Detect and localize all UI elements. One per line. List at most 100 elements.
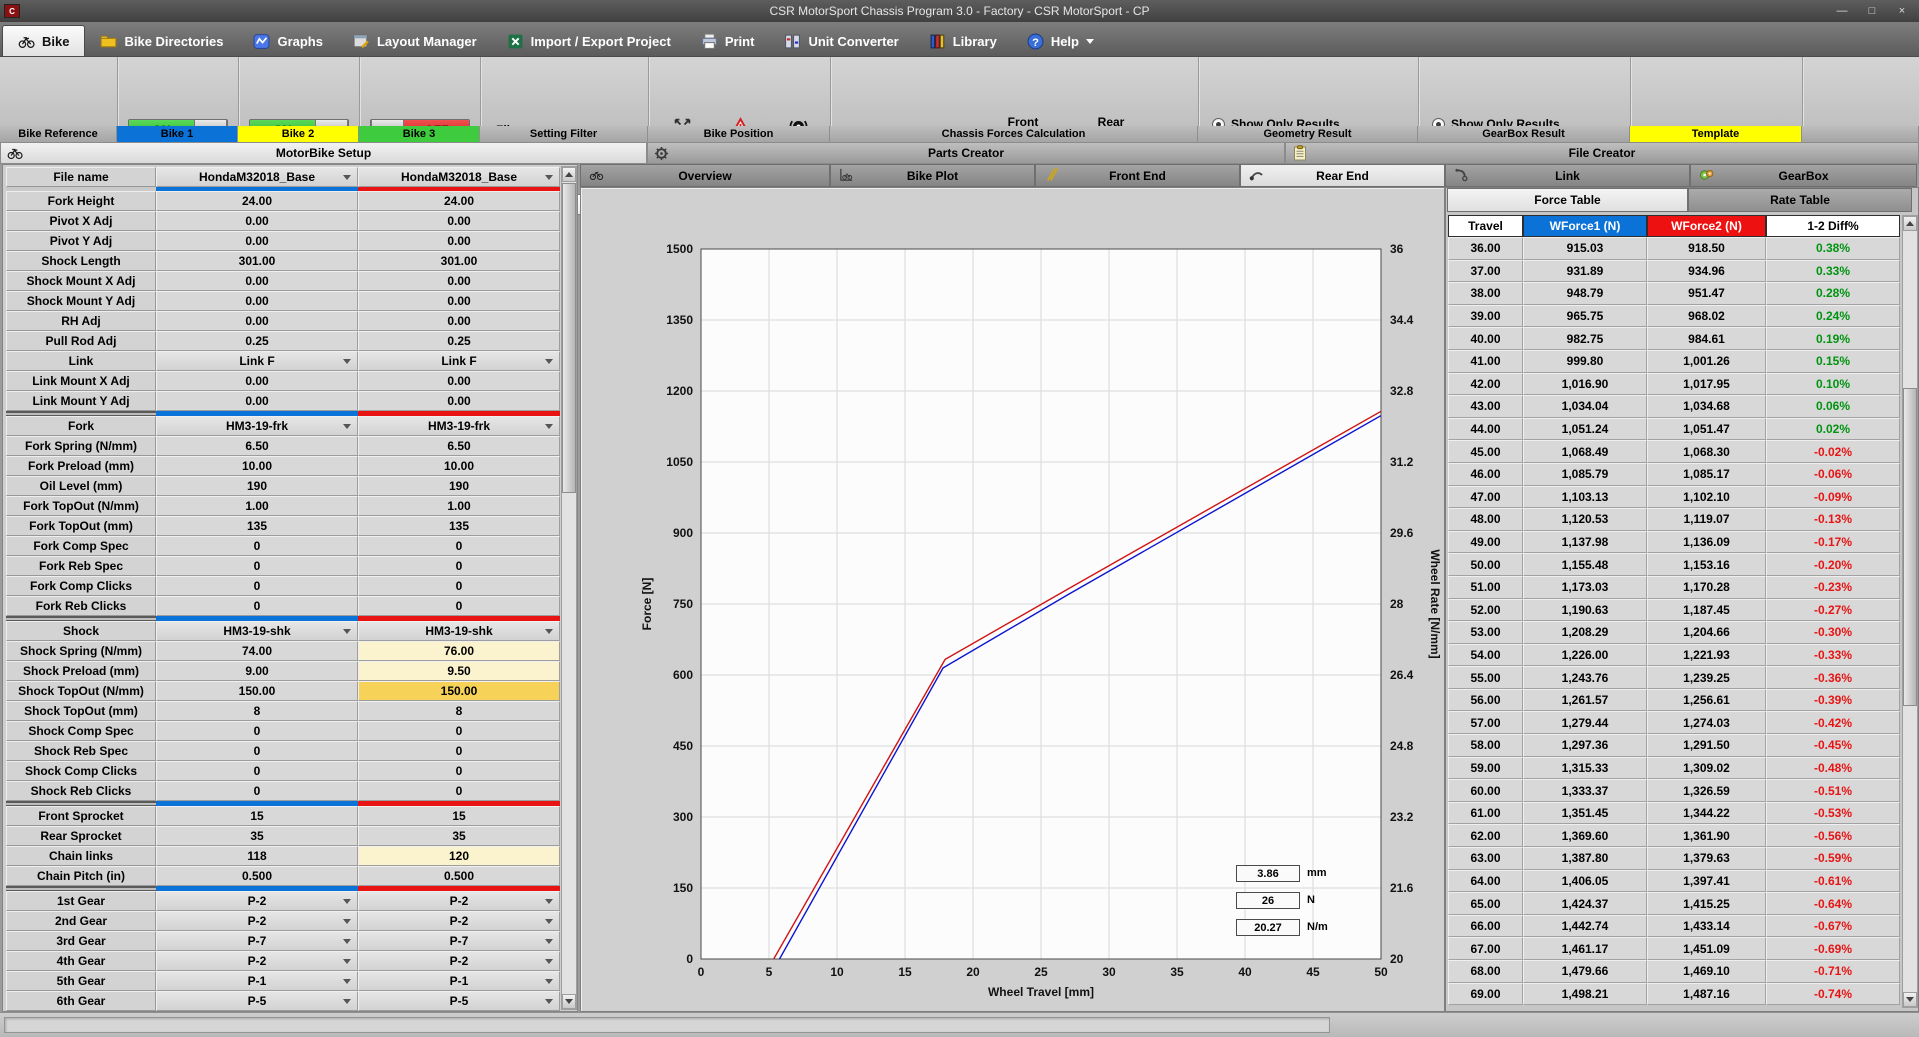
value-cell-bike1[interactable]: 0.00 xyxy=(156,291,358,311)
value-dropdown-bike1[interactable]: Link F xyxy=(156,351,358,371)
menu-tab-bike-directories[interactable]: Bike Directories xyxy=(85,26,238,56)
value-cell-bike2[interactable]: 0.00 xyxy=(358,271,560,291)
value-cell-bike1[interactable]: 0 xyxy=(156,596,358,616)
value-cell-bike1[interactable]: 150.00 xyxy=(156,681,358,701)
value-cell-bike1[interactable]: 190 xyxy=(156,476,358,496)
tab-rate-table[interactable]: Rate Table xyxy=(1688,188,1912,212)
value-cell-bike1[interactable]: 0 xyxy=(156,536,358,556)
value-cell-bike2[interactable]: 190 xyxy=(358,476,560,496)
value-dropdown-bike2[interactable]: P-2 xyxy=(358,891,560,911)
value-cell-bike1[interactable]: 0.00 xyxy=(156,211,358,231)
value-cell-bike2[interactable]: 6.50 xyxy=(358,436,560,456)
value-cell-bike2[interactable]: 120 xyxy=(358,846,560,866)
value-dropdown-bike1[interactable]: P-2 xyxy=(156,911,358,931)
menu-tab-unit-converter[interactable]: Unit Converter xyxy=(769,26,913,56)
value-cell-bike2[interactable]: 0.00 xyxy=(358,291,560,311)
value-cell-bike2[interactable]: 0.00 xyxy=(358,391,560,411)
menu-tab-import-export-project[interactable]: Import / Export Project xyxy=(492,26,686,56)
value-cell-bike1[interactable]: 0.00 xyxy=(156,391,358,411)
value-dropdown-bike1[interactable]: P-5 xyxy=(156,991,358,1011)
value-cell-bike1[interactable]: 135 xyxy=(156,516,358,536)
value-cell-bike1[interactable]: 0.00 xyxy=(156,371,358,391)
value-cell-bike2[interactable]: 0.00 xyxy=(358,311,560,331)
readout-value-n[interactable]: 26 xyxy=(1236,892,1300,909)
close-button[interactable]: × xyxy=(1887,0,1917,22)
value-cell-bike1[interactable]: 0 xyxy=(156,781,358,801)
force-table-scrollbar[interactable] xyxy=(1902,215,1918,1008)
column-header-1-2-diff[interactable]: 1-2 Diff% xyxy=(1766,215,1900,237)
value-cell-bike1[interactable]: 0.500 xyxy=(156,866,358,886)
value-cell-bike1[interactable]: 6.50 xyxy=(156,436,358,456)
value-dropdown-bike2[interactable]: HM3-19-shk xyxy=(358,621,560,641)
maximize-button[interactable]: □ xyxy=(1857,0,1887,22)
menu-tab-bike[interactable]: Bike xyxy=(2,25,85,56)
value-dropdown-bike2[interactable]: HM3-19-frk xyxy=(358,416,560,436)
tab-link[interactable]: Link xyxy=(1445,164,1690,187)
value-cell-bike2[interactable]: 8 xyxy=(358,701,560,721)
value-cell-bike1[interactable]: 8 xyxy=(156,701,358,721)
value-cell-bike2[interactable]: 0.25 xyxy=(358,331,560,351)
value-cell-bike1[interactable]: 0.00 xyxy=(156,231,358,251)
value-dropdown-bike2[interactable]: Link F xyxy=(358,351,560,371)
value-cell-bike1[interactable]: 0 xyxy=(156,556,358,576)
value-dropdown-bike1[interactable]: HM3-19-frk xyxy=(156,416,358,436)
value-cell-bike2[interactable]: 10.00 xyxy=(358,456,560,476)
tab-overview[interactable]: Overview xyxy=(580,164,830,187)
readout-value-mm[interactable]: 3.86 xyxy=(1236,865,1300,882)
value-cell-bike2[interactable]: 35 xyxy=(358,826,560,846)
value-cell-bike1[interactable]: 1.00 xyxy=(156,496,358,516)
value-cell-bike2[interactable]: 0 xyxy=(358,741,560,761)
value-cell-bike2[interactable]: 0.00 xyxy=(358,211,560,231)
column-header-wforce1-n[interactable]: WForce1 (N) xyxy=(1523,215,1647,237)
value-cell-bike1[interactable]: 0.25 xyxy=(156,331,358,351)
value-cell-bike2[interactable]: 24.00 xyxy=(358,191,560,211)
value-cell-bike2[interactable]: 0 xyxy=(358,781,560,801)
value-cell-bike1[interactable]: 0 xyxy=(156,761,358,781)
value-cell-bike1[interactable]: 0 xyxy=(156,741,358,761)
value-cell-bike1[interactable]: 24.00 xyxy=(156,191,358,211)
value-cell-bike2[interactable]: 0 xyxy=(358,721,560,741)
value-cell-bike2[interactable]: 0.500 xyxy=(358,866,560,886)
value-dropdown-bike2[interactable]: P-2 xyxy=(358,951,560,971)
value-dropdown-bike2[interactable]: P-7 xyxy=(358,931,560,951)
menu-tab-library[interactable]: Library xyxy=(914,26,1012,56)
value-cell-bike1[interactable]: 0.00 xyxy=(156,271,358,291)
column-header-travel[interactable]: Travel xyxy=(1448,215,1523,237)
value-cell-bike1[interactable]: 35 xyxy=(156,826,358,846)
value-dropdown-bike2[interactable]: P-1 xyxy=(358,971,560,991)
value-cell-bike2[interactable]: 0 xyxy=(358,556,560,576)
value-cell-bike2[interactable]: 9.50 xyxy=(358,661,560,681)
value-cell-bike2[interactable]: 1.00 xyxy=(358,496,560,516)
value-dropdown-bike2[interactable]: P-2 xyxy=(358,911,560,931)
tab-front-end[interactable]: Front End xyxy=(1035,164,1240,187)
value-dropdown-bike1[interactable]: HM3-19-shk xyxy=(156,621,358,641)
value-cell-bike2[interactable]: 0 xyxy=(358,576,560,596)
value-cell-bike2[interactable]: 0.00 xyxy=(358,371,560,391)
menu-tab-help[interactable]: ?Help xyxy=(1012,26,1109,56)
value-cell-bike2[interactable]: 0 xyxy=(358,536,560,556)
setup-table-scrollbar[interactable] xyxy=(561,166,577,1010)
value-cell-bike1[interactable]: 15 xyxy=(156,806,358,826)
tab-force-table[interactable]: Force Table xyxy=(1447,188,1688,212)
tab-bike-plot[interactable]: Bike Plot xyxy=(830,164,1035,187)
file-selector-bike1[interactable]: HondaM32018_Base xyxy=(156,167,358,187)
value-dropdown-bike1[interactable]: P-1 xyxy=(156,971,358,991)
value-cell-bike1[interactable]: 9.00 xyxy=(156,661,358,681)
value-cell-bike2[interactable]: 135 xyxy=(358,516,560,536)
value-cell-bike1[interactable]: 301.00 xyxy=(156,251,358,271)
column-header-wforce2-n[interactable]: WForce2 (N) xyxy=(1647,215,1766,237)
readout-value-n-m[interactable]: 20.27 xyxy=(1236,919,1300,936)
value-cell-bike2[interactable]: 15 xyxy=(358,806,560,826)
scrollbar-thumb[interactable] xyxy=(1903,388,1917,706)
scrollbar-thumb[interactable] xyxy=(562,183,576,493)
value-cell-bike2[interactable]: 0 xyxy=(358,761,560,781)
value-cell-bike1[interactable]: 0.00 xyxy=(156,311,358,331)
menu-tab-layout-manager[interactable]: Layout Manager xyxy=(338,26,492,56)
file-selector-bike2[interactable]: HondaM32018_Base xyxy=(358,167,560,187)
value-cell-bike1[interactable]: 10.00 xyxy=(156,456,358,476)
value-cell-bike1[interactable]: 74.00 xyxy=(156,641,358,661)
tab-gearbox[interactable]: GearBox xyxy=(1690,164,1917,187)
value-cell-bike1[interactable]: 118 xyxy=(156,846,358,866)
value-cell-bike1[interactable]: 0 xyxy=(156,721,358,741)
value-cell-bike1[interactable]: 0 xyxy=(156,576,358,596)
